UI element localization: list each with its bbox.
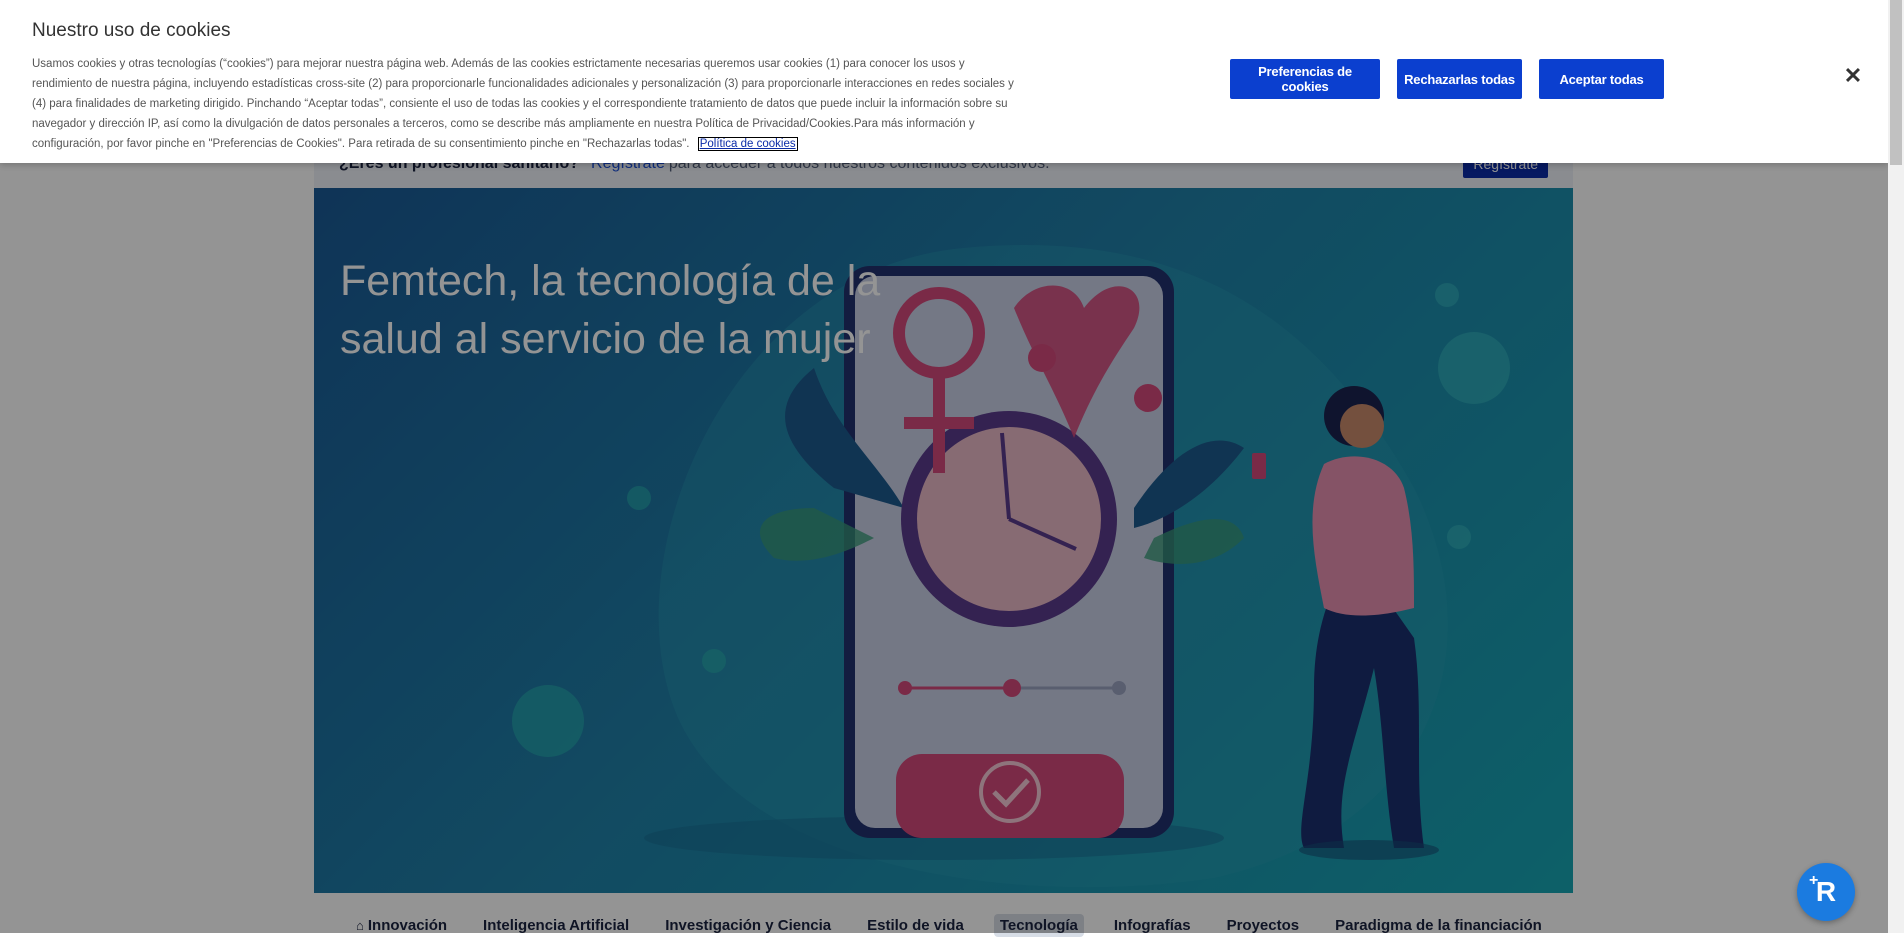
cookie-preferences-button[interactable]: Preferencias de cookies	[1230, 59, 1380, 99]
cookie-banner-title: Nuestro uso de cookies	[32, 20, 231, 41]
assistant-icon: R	[1815, 876, 1837, 907]
scrollbar-thumb[interactable]	[1890, 0, 1902, 165]
assistant-fab-button[interactable]: + R	[1797, 863, 1855, 921]
close-icon[interactable]: ✕	[1843, 65, 1863, 87]
cookie-description: Usamos cookies y otras tecnologías (“coo…	[32, 58, 1014, 150]
reject-all-button[interactable]: Rechazarlas todas	[1397, 59, 1522, 99]
accept-all-button[interactable]: Aceptar todas	[1539, 59, 1664, 99]
cookie-policy-link[interactable]: Política de cookies	[697, 137, 798, 151]
cookie-banner: Nuestro uso de cookies Usamos cookies y …	[0, 0, 1888, 163]
cookie-banner-text: Usamos cookies y otras tecnologías (“coo…	[32, 54, 1024, 154]
plus-icon: +	[1809, 872, 1819, 889]
scrollbar[interactable]	[1888, 0, 1904, 933]
